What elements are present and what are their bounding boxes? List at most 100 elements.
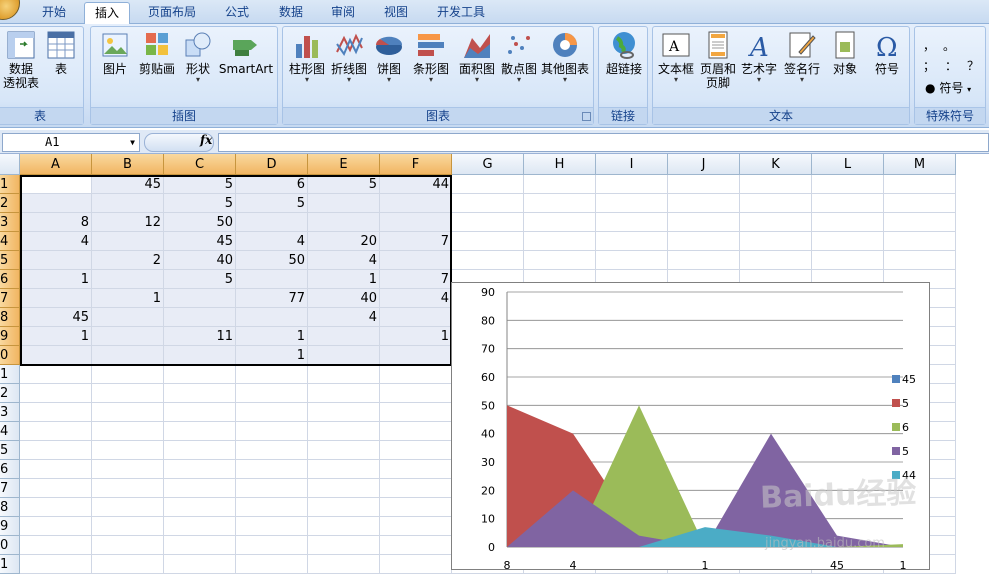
tab-developer[interactable]: 开发工具 [426,2,496,24]
cell-b18[interactable] [92,498,164,517]
symbol-period[interactable]: 。 [943,37,955,54]
cell-c2[interactable]: 5 [164,194,236,213]
cell-g4[interactable] [452,232,524,251]
symbol-semicolon[interactable]: ； [923,57,935,74]
cell-l4[interactable] [812,232,884,251]
row-header[interactable]: 0 [0,536,20,555]
insert-function-icon[interactable]: fx [200,133,212,147]
cell-f15[interactable] [380,441,452,460]
cell-j5[interactable] [668,251,740,270]
cell-d6[interactable] [236,270,308,289]
area-chart-button[interactable]: 面积图 ▾ [455,27,499,84]
cell-f1[interactable]: 44 [380,175,452,194]
row-header[interactable]: 1 [0,175,20,194]
cell-d3[interactable] [236,213,308,232]
cell-h5[interactable] [524,251,596,270]
cell-a16[interactable] [20,460,92,479]
bar-chart-button[interactable]: 条形图 ▾ [409,27,453,84]
cell-d16[interactable] [236,460,308,479]
row-header[interactable]: 9 [0,327,20,346]
cell-h4[interactable] [524,232,596,251]
cell-e17[interactable] [308,479,380,498]
cell-e12[interactable] [308,384,380,403]
cell-e3[interactable] [308,213,380,232]
symbol-question[interactable]: ？ [967,57,979,74]
cell-b13[interactable] [92,403,164,422]
cell-d4[interactable]: 4 [236,232,308,251]
cell-k5[interactable] [740,251,812,270]
cell-a13[interactable] [20,403,92,422]
cell-a12[interactable] [20,384,92,403]
row-header[interactable]: 1 [0,365,20,384]
cell-c19[interactable] [164,517,236,536]
cell-m1[interactable] [884,175,956,194]
table-button[interactable]: 表 [43,27,79,76]
cell-b15[interactable] [92,441,164,460]
column-chart-button[interactable]: 柱形图 ▾ [287,27,327,84]
cell-d15[interactable] [236,441,308,460]
cell-d10[interactable]: 1 [236,346,308,365]
cell-i3[interactable] [596,213,668,232]
cell-e16[interactable] [308,460,380,479]
scatter-chart-button[interactable]: 散点图 ▾ [499,27,539,84]
cell-j1[interactable] [668,175,740,194]
name-box[interactable]: A1 ▼ [2,133,140,152]
cell-l3[interactable] [812,213,884,232]
cell-a2[interactable] [20,194,92,213]
cell-e1[interactable]: 5 [308,175,380,194]
tab-insert[interactable]: 插入 [84,2,130,25]
cell-a11[interactable] [20,365,92,384]
cell-f18[interactable] [380,498,452,517]
cell-i1[interactable] [596,175,668,194]
row-header[interactable]: 5 [0,251,20,270]
cell-b21[interactable] [92,555,164,574]
row-header[interactable]: 7 [0,479,20,498]
cell-d2[interactable]: 5 [236,194,308,213]
row-header[interactable]: 2 [0,384,20,403]
cell-f14[interactable] [380,422,452,441]
cell-j4[interactable] [668,232,740,251]
cell-c6[interactable]: 5 [164,270,236,289]
cell-c13[interactable] [164,403,236,422]
row-header[interactable]: 3 [0,403,20,422]
tab-home[interactable]: 开始 [28,2,80,24]
cell-d19[interactable] [236,517,308,536]
cell-a10[interactable] [20,346,92,365]
column-header-d[interactable]: D [236,154,308,175]
cell-k4[interactable] [740,232,812,251]
area-chart[interactable]: 0 10 20 30 40 50 60 70 80 90 8 4 1 45 1 45 5 6 5 44 [451,282,930,572]
cell-a4[interactable]: 4 [20,232,92,251]
cell-b5[interactable]: 2 [92,251,164,270]
cell-f6[interactable]: 7 [380,270,452,289]
cell-i4[interactable] [596,232,668,251]
row-header[interactable]: 9 [0,517,20,536]
signature-line-button[interactable]: 签名行 ▾ [781,27,823,84]
header-footer-button[interactable]: 页眉和 页脚 [697,27,739,90]
row-header[interactable]: 0 [0,346,20,365]
tab-formulas[interactable]: 公式 [214,2,260,24]
cell-f8[interactable] [380,308,452,327]
cell-c20[interactable] [164,536,236,555]
clip-art-button[interactable]: 剪贴画 [135,27,179,76]
cell-e10[interactable] [308,346,380,365]
cell-d9[interactable]: 1 [236,327,308,346]
pie-chart-button[interactable]: 饼图 ▾ [371,27,407,84]
cell-e4[interactable]: 20 [308,232,380,251]
cell-e18[interactable] [308,498,380,517]
cell-d13[interactable] [236,403,308,422]
cell-k1[interactable] [740,175,812,194]
cell-a19[interactable] [20,517,92,536]
cell-e9[interactable] [308,327,380,346]
cell-e14[interactable] [308,422,380,441]
tab-review[interactable]: 审阅 [320,2,366,24]
cell-b7[interactable]: 1 [92,289,164,308]
cell-a9[interactable]: 1 [20,327,92,346]
symbol-button[interactable]: Ω 符号 [867,27,907,76]
cell-m2[interactable] [884,194,956,213]
shapes-button[interactable]: 形状 ▾ [181,27,215,84]
row-header[interactable]: 4 [0,422,20,441]
cell-b19[interactable] [92,517,164,536]
column-header-c[interactable]: C [164,154,236,175]
cell-b8[interactable] [92,308,164,327]
object-button[interactable]: 对象 [825,27,865,76]
